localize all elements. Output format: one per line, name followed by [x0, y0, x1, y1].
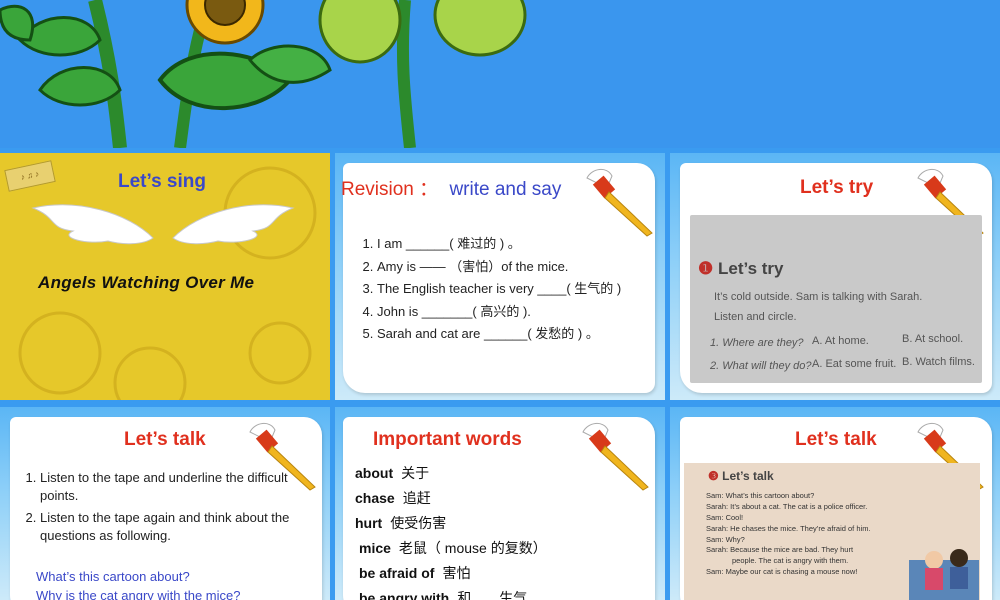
song-title: Angels Watching Over Me	[38, 273, 255, 292]
dialogue-line: Sarah: He chases the mice. They’re afrai…	[706, 523, 871, 533]
angel-wings-icon	[31, 204, 295, 245]
list-item: Amy is —— （害怕）of the mice.	[377, 258, 627, 276]
textbook-photo: ❸ Let’s talk Sam: What’s this cartoon ab…	[684, 463, 980, 600]
paintbrush-icon	[586, 169, 653, 237]
top-banner	[0, 0, 1000, 148]
word-item: be afraid of 害怕	[359, 565, 471, 581]
dialogue-line: Sam: Cool!	[706, 512, 744, 522]
word-item: hurt 使受伤害	[355, 515, 447, 531]
title-write-and-say: write and say	[449, 179, 562, 200]
plant-illustration	[0, 0, 527, 148]
slide-title: Revision ： write and say	[341, 174, 561, 201]
dialogue-line: Sam: Why?	[706, 534, 745, 544]
question-text: Why is the cat angry with the mice?	[36, 588, 241, 600]
textbook-photo: ❶ Let’s try It’s cold outside. Sam is ta…	[690, 215, 982, 383]
dialogue-line: Sam: Maybe our cat is chasing a mouse no…	[706, 567, 858, 577]
dialogue: Sam: What’s this cartoon about? Sarah: I…	[706, 491, 871, 578]
dialogue-line: people. The cat is angry with them.	[732, 556, 849, 566]
slide-title: Let’s talk	[795, 429, 877, 450]
dialogue-line: Sarah: It’s about a cat. The cat is a po…	[706, 501, 868, 511]
list-item: Listen to the tape again and think about…	[40, 509, 305, 544]
list-item: Listen to the tape and underline the dif…	[40, 469, 305, 504]
textbook-heading: ❶ Let’s try	[698, 259, 784, 278]
list-item: I am ______( 难过的 ) 。	[377, 235, 627, 253]
question-2-option-b: B. Watch films.	[902, 356, 975, 368]
slide-title: Important words	[373, 429, 522, 450]
dialogue-line: Sarah: Because the mice are bad. They hu…	[706, 545, 854, 555]
slide-lets-try[interactable]: Let’s try ❶ Let’s try It’s cold outside.…	[670, 153, 1000, 400]
question-text: What’s this cartoon about?	[36, 569, 190, 584]
slide-title: Let’s try	[800, 177, 874, 198]
textbook-line: It’s cold outside. Sam is talking with S…	[714, 291, 923, 303]
title-revision: Revision ：	[341, 179, 439, 200]
textbook-heading: ❸ Let’s talk	[708, 469, 774, 483]
children-illustration	[909, 549, 979, 600]
question-2: 2. What will they do?	[710, 360, 812, 372]
dialogue-line: Sam: What’s this cartoon about?	[706, 491, 815, 500]
paintbrush-icon	[582, 423, 649, 491]
talk-task-list: Listen to the tape and underline the dif…	[40, 469, 305, 549]
slide-revision[interactable]: Revision ： write and say I am ______( 难过…	[335, 153, 665, 400]
word-item: chase 追赶	[355, 490, 431, 506]
slide-lets-talk-book[interactable]: Let’s talk ❸ Let’s talk Sam: What’s this…	[670, 407, 1000, 600]
word-item: be angry with 和……生气	[359, 590, 528, 600]
revision-list: I am ______( 难过的 ) 。 Amy is —— （害怕）of th…	[377, 235, 627, 348]
word-list: about 关于 chase 追赶 hurt 使受伤害 mice 老鼠（ mouse 的…	[355, 463, 547, 600]
slide-important-words[interactable]: Important words about 关于 chase 追赶 hurt 使受伤害…	[335, 407, 665, 600]
textbook-line: Listen and circle.	[714, 311, 797, 323]
question-1: 1. Where are they?	[710, 337, 804, 349]
word-item: mice 老鼠（ mouse 的复数）	[359, 540, 547, 556]
question-2-option-a: A. Eat some fruit.	[812, 358, 897, 370]
slide-lets-sing[interactable]: ♪ ♫ ♪ Let’s sing Angels Watching Over Me	[0, 153, 330, 400]
slide-title: Let’s talk	[124, 429, 206, 450]
slide-lets-talk[interactable]: Let’s talk Listen to the tape and underl…	[0, 407, 330, 600]
word-item: about 关于	[355, 465, 430, 481]
list-item: John is _______( 高兴的 ).	[377, 303, 627, 321]
list-item: The English teacher is very ____( 生气的 )	[377, 280, 627, 298]
question-1-option-a: A. At home.	[812, 335, 869, 347]
question-1-option-b: B. At school.	[902, 333, 964, 345]
list-item: Sarah and cat are ______( 发愁的 ) 。	[377, 325, 627, 343]
